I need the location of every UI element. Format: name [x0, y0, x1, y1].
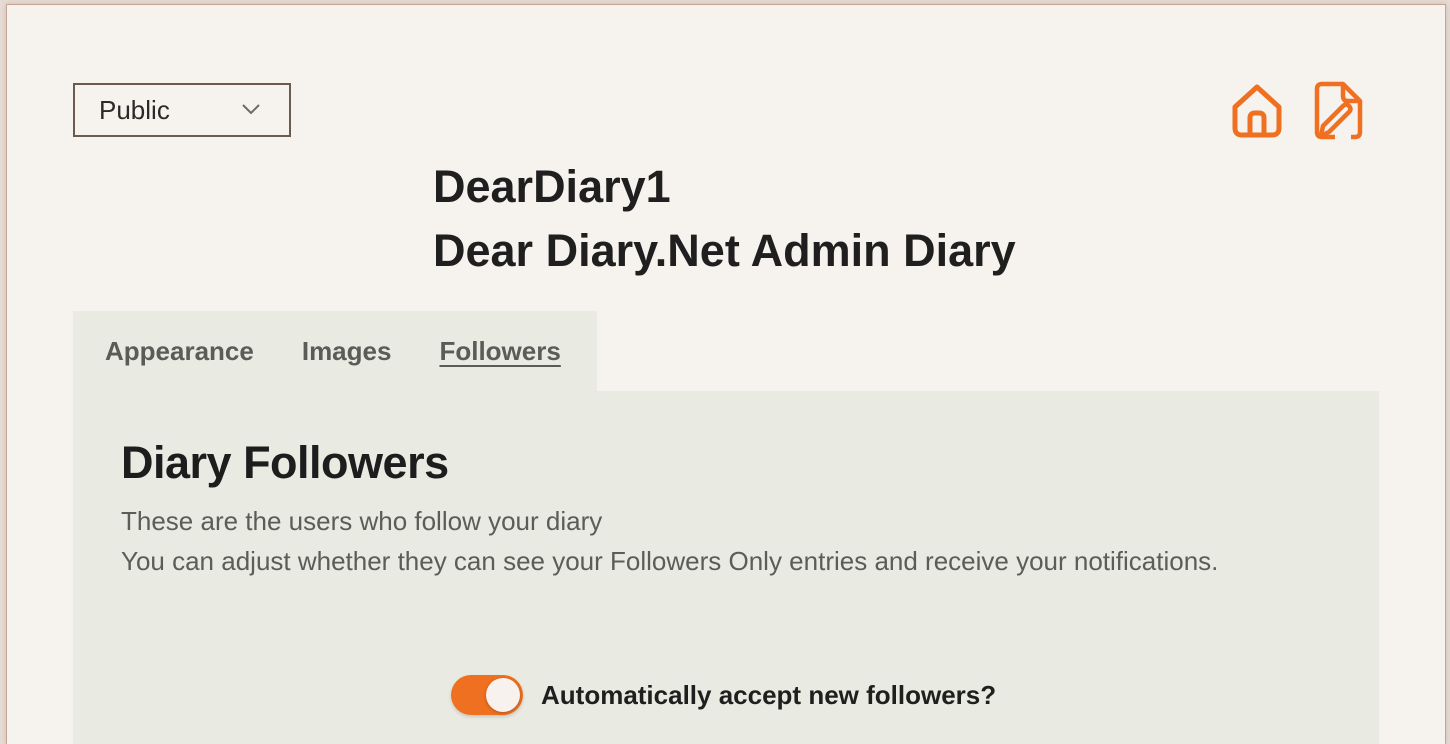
chevron-down-icon — [242, 104, 260, 115]
settings-tabs: Appearance Images Followers — [73, 311, 597, 391]
home-icon — [1232, 84, 1282, 138]
tab-appearance[interactable]: Appearance — [105, 336, 254, 367]
followers-panel: Diary Followers These are the users who … — [73, 391, 1379, 744]
auto-accept-row: Automatically accept new followers? — [451, 675, 996, 715]
diary-name: Dear Diary.Net Admin Diary — [433, 225, 1016, 276]
panel-heading: Diary Followers — [121, 437, 449, 488]
tab-followers[interactable]: Followers — [439, 336, 560, 367]
auto-accept-label: Automatically accept new followers? — [541, 679, 997, 710]
tab-images[interactable]: Images — [302, 336, 392, 367]
description-line: You can adjust whether they can see your… — [121, 546, 1219, 576]
home-button[interactable] — [1227, 79, 1287, 143]
auto-accept-toggle[interactable] — [451, 675, 523, 715]
panel-description: These are the users who follow your diar… — [121, 501, 1218, 581]
diary-username: DearDiary1 — [433, 161, 671, 212]
header-actions — [1227, 79, 1369, 143]
toggle-knob — [486, 678, 520, 712]
visibility-select[interactable]: Public — [73, 83, 291, 137]
diary-title-block: DearDiary1 Dear Diary.Net Admin Diary — [433, 155, 1016, 283]
edit-document-icon — [1314, 81, 1363, 140]
settings-page: Public DearDiary1 Dear Diary.Net Admin D… — [6, 4, 1446, 744]
visibility-select-value: Public — [99, 94, 170, 125]
description-line: These are the users who follow your diar… — [121, 506, 603, 536]
new-entry-button[interactable] — [1309, 79, 1369, 143]
